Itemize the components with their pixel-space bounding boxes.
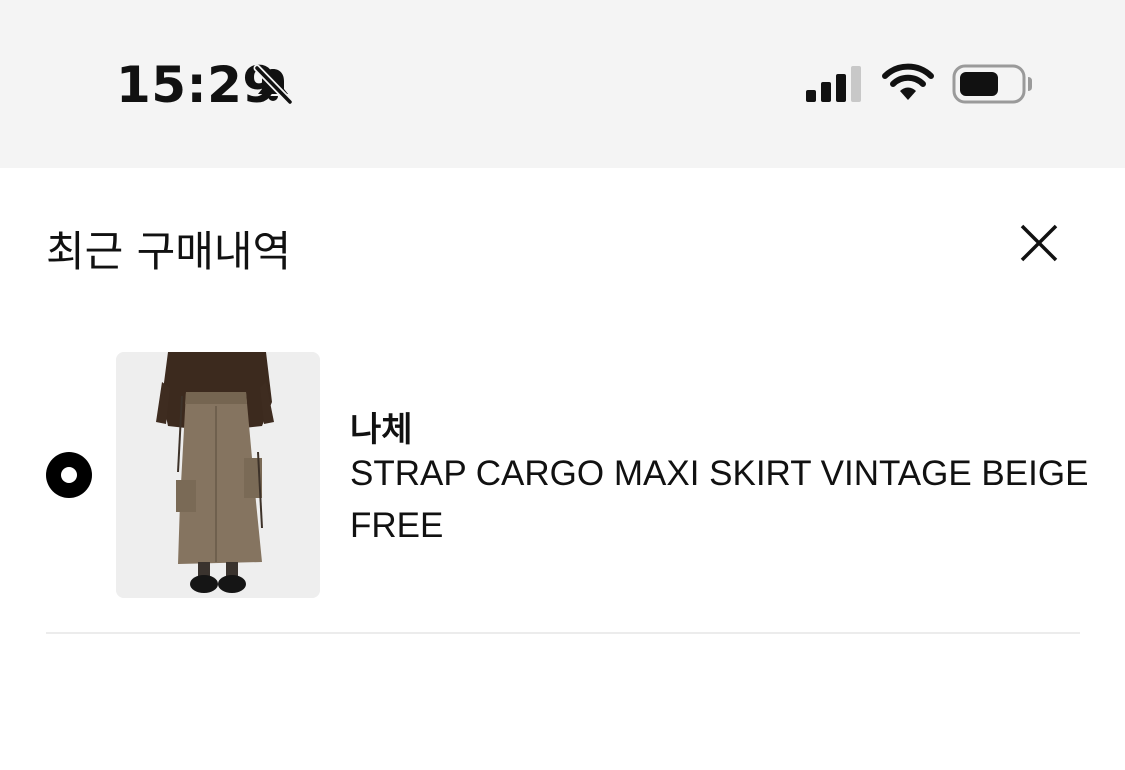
skirt-photo (116, 352, 320, 598)
list-divider (46, 632, 1080, 634)
status-bar: 15:29 (0, 0, 1125, 168)
product-brand: 나체 (350, 410, 413, 450)
radio-selected-dot (61, 467, 77, 483)
bell-slash-icon (253, 64, 294, 106)
wifi-icon (882, 63, 934, 100)
sheet-title: 최근 구매내역 (46, 227, 292, 276)
product-image[interactable] (116, 352, 320, 598)
battery-icon (952, 64, 1032, 104)
close-button[interactable] (1014, 218, 1066, 270)
purchase-select-radio[interactable] (46, 452, 92, 498)
product-option: FREE (350, 506, 444, 545)
cellular-signal-icon (806, 66, 861, 102)
product-name: STRAP CARGO MAXI SKIRT VINTAGE BEIGE (350, 454, 1089, 493)
close-icon (1020, 224, 1058, 262)
